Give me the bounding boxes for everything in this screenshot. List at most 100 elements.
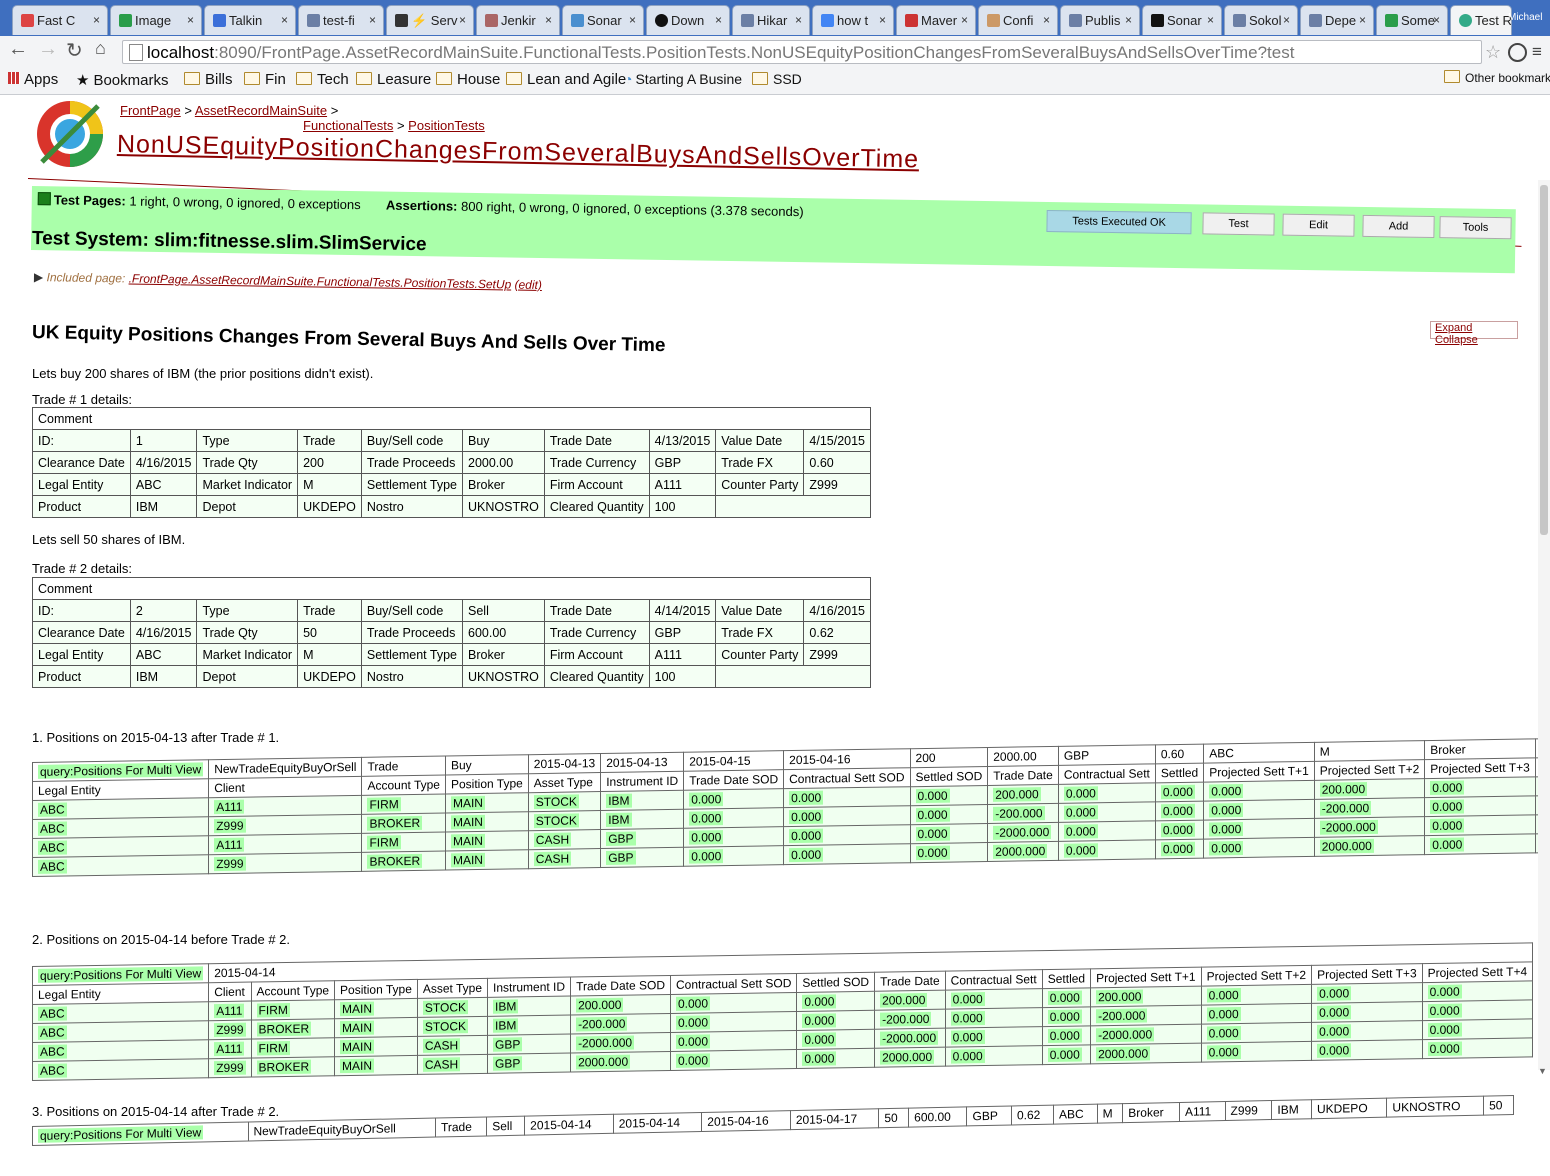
table-cell: M [1097, 1103, 1123, 1124]
close-tab-icon[interactable]: × [1359, 13, 1366, 27]
breadcrumb-functional[interactable]: FunctionalTests [303, 118, 393, 133]
table-row: Clearance Date 4/16/2015 Trade Qty 200 Tra… [32, 451, 871, 474]
table-cell: 2000.000 [570, 1051, 671, 1073]
bookmark-folder[interactable]: Leasure [356, 71, 431, 88]
browser-tab[interactable]: how t × [812, 5, 894, 35]
pass-value: 2000.000 [1096, 1046, 1151, 1062]
tools-button[interactable]: Tools [1439, 216, 1512, 240]
browser-tab[interactable]: Sonar × [1142, 5, 1222, 35]
table-cell: Firm Account [543, 643, 650, 666]
add-button[interactable]: Add [1362, 214, 1435, 239]
close-tab-icon[interactable]: × [715, 13, 722, 27]
included-page-link[interactable]: .FrontPage.AssetRecordMainSuite.Function… [129, 271, 512, 291]
back-icon[interactable]: ← [8, 38, 28, 61]
close-tab-icon[interactable]: × [545, 13, 552, 27]
breadcrumb-frontpage[interactable]: FrontPage [120, 103, 181, 118]
table-cell: 0.000 [1422, 980, 1533, 1002]
browser-tab[interactable]: Sokol × [1224, 5, 1298, 35]
close-tab-icon[interactable]: × [281, 13, 288, 27]
browser-tab[interactable]: Depe × [1300, 5, 1374, 35]
folder-icon [296, 72, 312, 85]
pass-value: 0.000 [1160, 822, 1195, 838]
browser-tab[interactable]: Fast C × [12, 5, 108, 35]
close-tab-icon[interactable]: × [93, 13, 100, 27]
breadcrumb-position[interactable]: PositionTests [408, 118, 485, 133]
pass-value: FIRM [367, 797, 401, 812]
bookmark-folder[interactable]: House [436, 71, 500, 88]
table-cell: -200.000 [987, 803, 1059, 824]
table-cell: CASH [417, 1035, 488, 1056]
browser-tab[interactable]: Publis × [1060, 5, 1140, 35]
close-tab-icon[interactable]: × [1433, 13, 1440, 27]
browser-tab[interactable]: Sonar × [562, 5, 644, 35]
pass-value: Z999 [214, 1022, 246, 1038]
menu-icon[interactable]: ≡ [1532, 42, 1542, 62]
browser-tab[interactable]: Down × [646, 5, 730, 35]
bookmark-apps[interactable]: Apps [8, 71, 58, 88]
reload-icon[interactable]: ↻ [66, 38, 83, 63]
expand-arrow-icon[interactable]: ▶ [34, 270, 43, 284]
browser-tab-active[interactable]: Test R [1450, 5, 1512, 35]
page-title[interactable]: NonUSEquityPositionChangesFromSeveralBuy… [117, 130, 920, 174]
included-edit-link[interactable]: (edit) [514, 278, 542, 292]
edit-button[interactable]: Edit [1282, 213, 1355, 237]
table-cell: UKDEPO [1311, 1098, 1387, 1119]
bookmark-bookmarks[interactable]: ★ Bookmarks [76, 71, 168, 89]
browser-tab[interactable]: Some × [1376, 5, 1448, 35]
pass-value: Z999 [214, 856, 246, 872]
bookmark-folder[interactable]: Fin [244, 71, 286, 88]
forward-icon[interactable]: → [38, 38, 58, 61]
table-cell: 2015-04-16 [783, 748, 911, 770]
other-bookmarks[interactable]: Other bookmarks [1444, 70, 1550, 85]
close-tab-icon[interactable]: × [1125, 13, 1132, 27]
table-cell: 2 [129, 599, 198, 622]
browser-tab[interactable]: Maver × [896, 5, 976, 35]
bookmark-folder[interactable]: Lean and Agile [506, 71, 626, 88]
table-cell: 0.000 [910, 842, 988, 863]
close-tab-icon[interactable]: × [1283, 13, 1290, 27]
close-tab-icon[interactable]: × [187, 13, 194, 27]
browser-tab[interactable]: Image × [110, 5, 202, 35]
expand-link[interactable]: Expand [1435, 322, 1472, 334]
table-cell: 0.000 [910, 823, 988, 844]
close-tab-icon[interactable]: × [795, 13, 802, 27]
scroll-down-icon[interactable]: ▼ [1538, 1066, 1547, 1076]
extension-icon[interactable] [1508, 43, 1527, 62]
test-button[interactable]: Test [1202, 212, 1275, 236]
table-cell: 0.000 [1058, 820, 1156, 842]
browser-tab[interactable]: Jenkir × [476, 5, 560, 35]
table-cell: ID: [32, 429, 131, 452]
table-cell: 0.000 [1422, 1037, 1533, 1059]
table-cell: Trade [361, 756, 446, 777]
browser-tab[interactable]: test-fi × [298, 5, 384, 35]
bookmark-folder[interactable]: SSD [752, 71, 802, 87]
home-icon[interactable]: ⌂ [95, 38, 106, 59]
address-bar[interactable]: localhost:8090/FrontPage.AssetRecordMain… [122, 40, 1482, 64]
bookmark-folder[interactable]: Tech [296, 71, 349, 88]
close-tab-icon[interactable]: × [459, 13, 466, 27]
scrollbar-thumb[interactable] [1540, 185, 1548, 535]
table-cell: Z999 [208, 814, 362, 836]
pass-value: query:Positions For Multi View [38, 966, 204, 983]
table-cell: A111 [648, 643, 717, 666]
close-tab-icon[interactable]: × [1207, 13, 1214, 27]
profile-name[interactable]: Michael [1508, 12, 1542, 23]
table-cell: 0.62 [803, 621, 871, 644]
close-tab-icon[interactable]: × [879, 13, 886, 27]
close-tab-icon[interactable]: × [961, 13, 968, 27]
collapse-link[interactable]: Collapse [1435, 334, 1478, 346]
close-tab-icon[interactable]: × [369, 13, 376, 27]
pass-value: MAIN [450, 814, 485, 830]
table-cell: 0.000 [1155, 801, 1204, 821]
browser-tab[interactable]: Hikar × [732, 5, 810, 35]
close-tab-icon[interactable]: × [629, 13, 636, 27]
browser-tab[interactable]: ⚡ Serv × [386, 5, 474, 35]
table-cell: Settled SOD [796, 972, 875, 993]
breadcrumb-suite[interactable]: AssetRecordMainSuite [195, 103, 327, 118]
bookmark-folder[interactable]: Bills [184, 71, 233, 88]
bookmark-link[interactable]: ◔ Starting A Busine [624, 71, 742, 87]
bookmark-star-icon[interactable]: ☆ [1485, 42, 1501, 63]
close-tab-icon[interactable]: × [1043, 13, 1050, 27]
browser-tab[interactable]: Talkin × [204, 5, 296, 35]
browser-tab[interactable]: Confi × [978, 5, 1058, 35]
